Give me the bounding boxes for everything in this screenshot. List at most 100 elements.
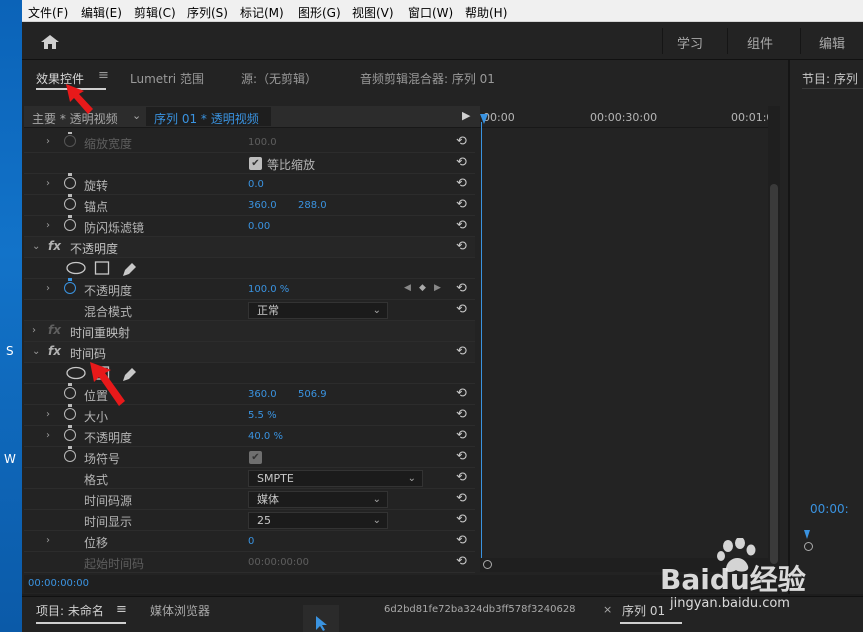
- next-keyframe-icon[interactable]: ▶: [434, 283, 441, 293]
- reset-icon[interactable]: ⟲: [456, 281, 472, 296]
- workspace-assembly[interactable]: 组件: [747, 33, 773, 52]
- program-timecode[interactable]: 00:00:: [810, 502, 849, 516]
- menu-sequence[interactable]: 序列(S): [187, 4, 228, 21]
- reset-icon[interactable]: ⟲: [456, 491, 472, 506]
- prop-value[interactable]: 100.0: [248, 137, 277, 148]
- reset-icon[interactable]: ⟲: [456, 470, 472, 485]
- prop-value[interactable]: 40.0 %: [248, 431, 283, 442]
- prop-value-y[interactable]: 506.9: [298, 389, 327, 400]
- prop-value-y[interactable]: 288.0: [298, 200, 327, 211]
- time-display-dropdown[interactable]: 25 ⌄: [248, 512, 388, 529]
- prop-value[interactable]: 0.00: [248, 221, 270, 232]
- chevron-right-icon[interactable]: ›: [46, 535, 50, 546]
- prop-value-x[interactable]: 360.0: [248, 200, 277, 211]
- reset-icon[interactable]: ⟲: [456, 428, 472, 443]
- menu-file[interactable]: 文件(F): [28, 4, 68, 21]
- reset-icon[interactable]: ⟲: [456, 134, 472, 149]
- prop-value[interactable]: 00:00:00:00: [248, 557, 309, 568]
- section-opacity[interactable]: ⌄ fx 不透明度 ⟲: [24, 237, 475, 258]
- scrollbar-thumb[interactable]: [770, 184, 778, 564]
- reset-icon[interactable]: ⟲: [456, 407, 472, 422]
- menu-graphics[interactable]: 图形(G): [298, 4, 341, 21]
- reset-icon[interactable]: ⟲: [456, 155, 472, 170]
- chevron-down-icon[interactable]: ⌄: [32, 241, 40, 252]
- stopwatch-icon[interactable]: [64, 446, 76, 462]
- chevron-right-icon[interactable]: ›: [46, 220, 50, 231]
- reset-icon[interactable]: ⟲: [456, 302, 472, 317]
- selection-tool-button[interactable]: [303, 605, 339, 632]
- workspace-editing[interactable]: 编辑: [819, 33, 845, 52]
- reset-icon[interactable]: ⟲: [456, 533, 472, 548]
- reset-icon[interactable]: ⟲: [456, 239, 472, 254]
- reset-icon[interactable]: ⟲: [456, 344, 472, 359]
- prop-value-x[interactable]: 360.0: [248, 389, 277, 400]
- prop-value[interactable]: 5.5 %: [248, 410, 277, 421]
- reset-icon[interactable]: ⟲: [456, 554, 472, 569]
- prev-keyframe-icon[interactable]: ◀: [404, 283, 411, 293]
- ellipse-mask-icon[interactable]: [66, 366, 86, 380]
- chevron-right-icon[interactable]: ›: [46, 283, 50, 294]
- zoom-handle-icon[interactable]: [483, 560, 492, 569]
- stopwatch-icon[interactable]: [64, 132, 76, 147]
- tab-media-browser[interactable]: 媒体浏览器: [150, 602, 210, 619]
- reset-icon[interactable]: ⟲: [456, 386, 472, 401]
- stopwatch-icon[interactable]: [64, 173, 76, 189]
- stopwatch-icon[interactable]: [64, 194, 76, 210]
- tab-project[interactable]: 项目: 未命名: [36, 602, 104, 619]
- prop-value[interactable]: 100.0 %: [248, 284, 289, 295]
- close-icon[interactable]: ×: [603, 603, 612, 616]
- prop-value[interactable]: 0: [248, 536, 254, 547]
- sequence-clip-label[interactable]: 序列 01 * 透明视频: [154, 110, 259, 127]
- chevron-right-icon[interactable]: ›: [32, 325, 36, 336]
- reset-icon[interactable]: ⟲: [456, 449, 472, 464]
- menu-window[interactable]: 窗口(W): [408, 4, 453, 21]
- menu-help[interactable]: 帮助(H): [465, 4, 507, 21]
- clip-name-tab[interactable]: 6d2bd81fe72ba324db3ff578f3240628: [384, 604, 576, 615]
- home-icon[interactable]: [40, 34, 60, 50]
- stopwatch-icon[interactable]: [64, 404, 76, 420]
- section-time-remapping[interactable]: › fx 时间重映射: [24, 321, 475, 342]
- menu-clip[interactable]: 剪辑(C): [134, 4, 176, 21]
- reset-icon[interactable]: ⟲: [456, 176, 472, 191]
- timecode-source-dropdown[interactable]: 媒体 ⌄: [248, 491, 388, 508]
- panel-menu-icon[interactable]: ≡: [116, 602, 127, 617]
- field-symbol-checkbox[interactable]: ✔: [249, 451, 262, 464]
- stopwatch-icon[interactable]: [64, 383, 76, 399]
- chevron-down-icon[interactable]: ⌄: [32, 346, 40, 357]
- fx-icon[interactable]: fx: [48, 344, 61, 358]
- ellipse-mask-icon[interactable]: [66, 261, 86, 275]
- stopwatch-icon[interactable]: [64, 278, 76, 294]
- stopwatch-icon[interactable]: [64, 425, 76, 441]
- fx-icon[interactable]: fx: [48, 323, 61, 337]
- menu-edit[interactable]: 编辑(E): [81, 4, 122, 21]
- blend-mode-dropdown[interactable]: 正常 ⌄: [248, 302, 388, 319]
- play-only-clip-icon[interactable]: ▶: [462, 109, 470, 122]
- tab-source[interactable]: 源:（无剪辑）: [241, 70, 317, 87]
- tab-audio-clip-mixer[interactable]: 音频剪辑混合器: 序列 01: [360, 70, 495, 87]
- chevron-right-icon[interactable]: ›: [46, 178, 50, 189]
- uniform-scale-checkbox[interactable]: ✔: [249, 157, 262, 170]
- add-keyframe-icon[interactable]: ◆: [419, 283, 426, 293]
- reset-icon[interactable]: ⟲: [456, 218, 472, 233]
- pen-mask-icon[interactable]: [121, 261, 139, 277]
- workspace-learn[interactable]: 学习: [677, 33, 703, 52]
- chevron-right-icon[interactable]: ›: [46, 409, 50, 420]
- reset-icon[interactable]: ⟲: [456, 512, 472, 527]
- tab-sequence-01[interactable]: 序列 01: [622, 602, 665, 619]
- effect-timeline[interactable]: 00:00 00:00:30:00 00:01:0: [480, 106, 773, 573]
- current-timecode[interactable]: 00:00:00:00: [28, 578, 89, 589]
- format-dropdown[interactable]: SMPTE ⌄: [248, 470, 423, 487]
- fx-icon[interactable]: fx: [48, 239, 61, 253]
- menu-view[interactable]: 视图(V): [352, 4, 394, 21]
- stopwatch-icon[interactable]: [64, 215, 76, 231]
- timeline-scrollbar[interactable]: [768, 106, 780, 573]
- chevron-right-icon[interactable]: ›: [46, 430, 50, 441]
- menu-markers[interactable]: 标记(M): [240, 4, 284, 21]
- chevron-down-icon[interactable]: ⌄: [132, 109, 141, 122]
- chevron-right-icon[interactable]: ›: [46, 136, 50, 147]
- prop-value[interactable]: 0.0: [248, 179, 264, 190]
- panel-menu-icon[interactable]: ≡: [98, 68, 109, 83]
- rectangle-mask-icon[interactable]: [94, 261, 110, 275]
- program-monitor-title[interactable]: 节目: 序列: [802, 70, 858, 87]
- reset-icon[interactable]: ⟲: [456, 197, 472, 212]
